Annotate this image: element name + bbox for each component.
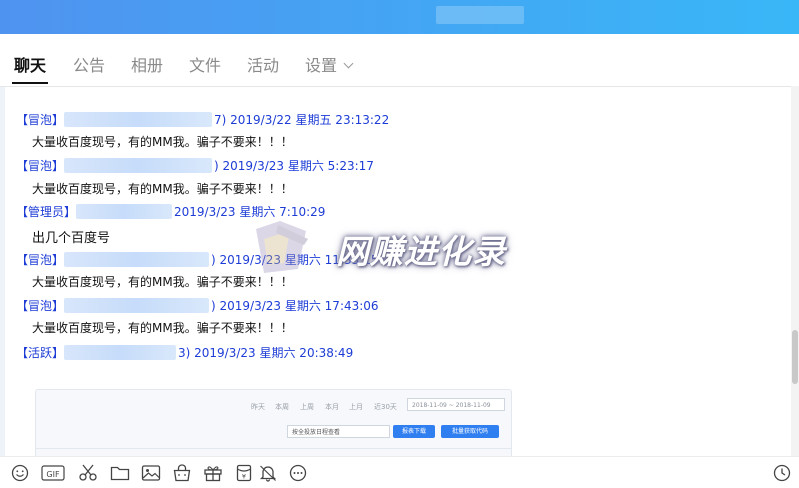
sender-name-masked[interactable]	[64, 345, 177, 360]
shared-image[interactable]: 昨天 本周 上周 本月 上月 近30天 2018-11-09 ~ 2018-11…	[35, 389, 512, 461]
sender-name-masked[interactable]	[76, 204, 173, 219]
svg-text:GIF: GIF	[46, 470, 60, 479]
folder-icon[interactable]	[110, 464, 130, 482]
svg-text:¥: ¥	[242, 473, 246, 481]
gif-icon[interactable]: GIF	[41, 464, 65, 482]
member-role-badge: 【冒泡】	[16, 299, 65, 313]
period-yesterday: 昨天	[251, 403, 265, 411]
message-header: 【冒泡】 ) 2019/3/23 星期六 5:23:17	[16, 157, 374, 174]
chevron-down-icon	[343, 58, 354, 69]
tab-files[interactable]: 文件	[189, 52, 221, 76]
member-role-badge: 【活跃】	[16, 346, 65, 360]
message-timestamp: ) 2019/3/23 星期六 5:23:17	[214, 159, 374, 173]
tab-settings[interactable]: 设置	[305, 52, 354, 76]
watermark-text: 网赚进化录	[336, 232, 506, 271]
scissors-icon[interactable]	[78, 464, 98, 482]
message-timestamp: ) 2019/3/23 星期六 17:43:06	[211, 299, 379, 313]
message-text: 出几个百度号	[32, 231, 111, 246]
more-icon[interactable]	[288, 464, 308, 482]
tab-activity[interactable]: 活动	[247, 52, 279, 76]
message-timestamp: 7) 2019/3/22 星期五 23:13:22	[214, 113, 390, 127]
message-header: 【冒泡】 7) 2019/3/22 星期五 23:13:22	[16, 111, 389, 128]
message-header: 【活跃】 3) 2019/3/23 星期六 20:38:49	[16, 344, 353, 361]
period-this-week: 本周	[275, 403, 289, 411]
tab-album[interactable]: 相册	[131, 52, 163, 76]
scrollbar-thumb[interactable]	[792, 330, 798, 384]
batch-get-code-button: 批量获取代码	[441, 425, 499, 438]
bell-icon[interactable]	[258, 464, 278, 482]
message-header: 【冒泡】 ) 2019/3/23 星期六 17:43:06	[16, 297, 379, 314]
member-role-badge: 【冒泡】	[16, 253, 65, 267]
chat-scrollbar[interactable]	[791, 86, 799, 456]
group-title-masked	[436, 6, 524, 24]
message-text: 大量收百度现号，有的MM我。骗子不要来！！！	[32, 182, 293, 196]
sender-name-masked[interactable]	[64, 112, 213, 127]
sender-name-masked[interactable]	[64, 298, 210, 313]
gift-bag-icon[interactable]	[172, 464, 192, 482]
watermark-emblem-icon	[256, 221, 308, 273]
date-range-field: 2018-11-09 ~ 2018-11-09	[407, 398, 505, 411]
input-toolbar: GIF ¥	[0, 456, 799, 488]
message-text: 大量收百度现号，有的MM我。骗子不要来！！！	[32, 321, 293, 335]
tab-bar: 聊天 公告 相册 文件 活动 设置	[0, 34, 799, 87]
member-role-badge: 【冒泡】	[16, 159, 65, 173]
message-timestamp: 3) 2019/3/23 星期六 20:38:49	[178, 346, 354, 360]
member-role-badge: 【管理员】	[16, 205, 77, 219]
watermark: 网赚进化录	[250, 215, 550, 285]
red-packet-icon[interactable]: ¥	[234, 464, 254, 482]
report-download-button: 报表下载	[393, 425, 435, 438]
period-last-30-days: 近30天	[374, 403, 397, 411]
period-last-week: 上周	[300, 403, 314, 411]
image-icon[interactable]	[141, 464, 161, 482]
tab-settings-label: 设置	[305, 56, 338, 75]
gift-icon[interactable]	[203, 464, 223, 482]
period-this-month: 本月	[325, 403, 339, 411]
title-bar[interactable]	[0, 0, 799, 34]
view-mode-select: 按全投放日程查看	[287, 425, 390, 438]
sender-name-masked[interactable]	[64, 252, 210, 267]
tab-chat[interactable]: 聊天	[11, 52, 49, 84]
sender-name-masked[interactable]	[64, 158, 213, 173]
emoji-icon[interactable]	[10, 464, 30, 482]
member-role-badge: 【冒泡】	[16, 113, 65, 127]
tab-announcement[interactable]: 公告	[73, 52, 105, 76]
period-last-month: 上月	[349, 403, 363, 411]
message-text: 大量收百度现号，有的MM我。骗子不要来！！！	[32, 135, 293, 149]
history-icon[interactable]	[772, 464, 792, 482]
